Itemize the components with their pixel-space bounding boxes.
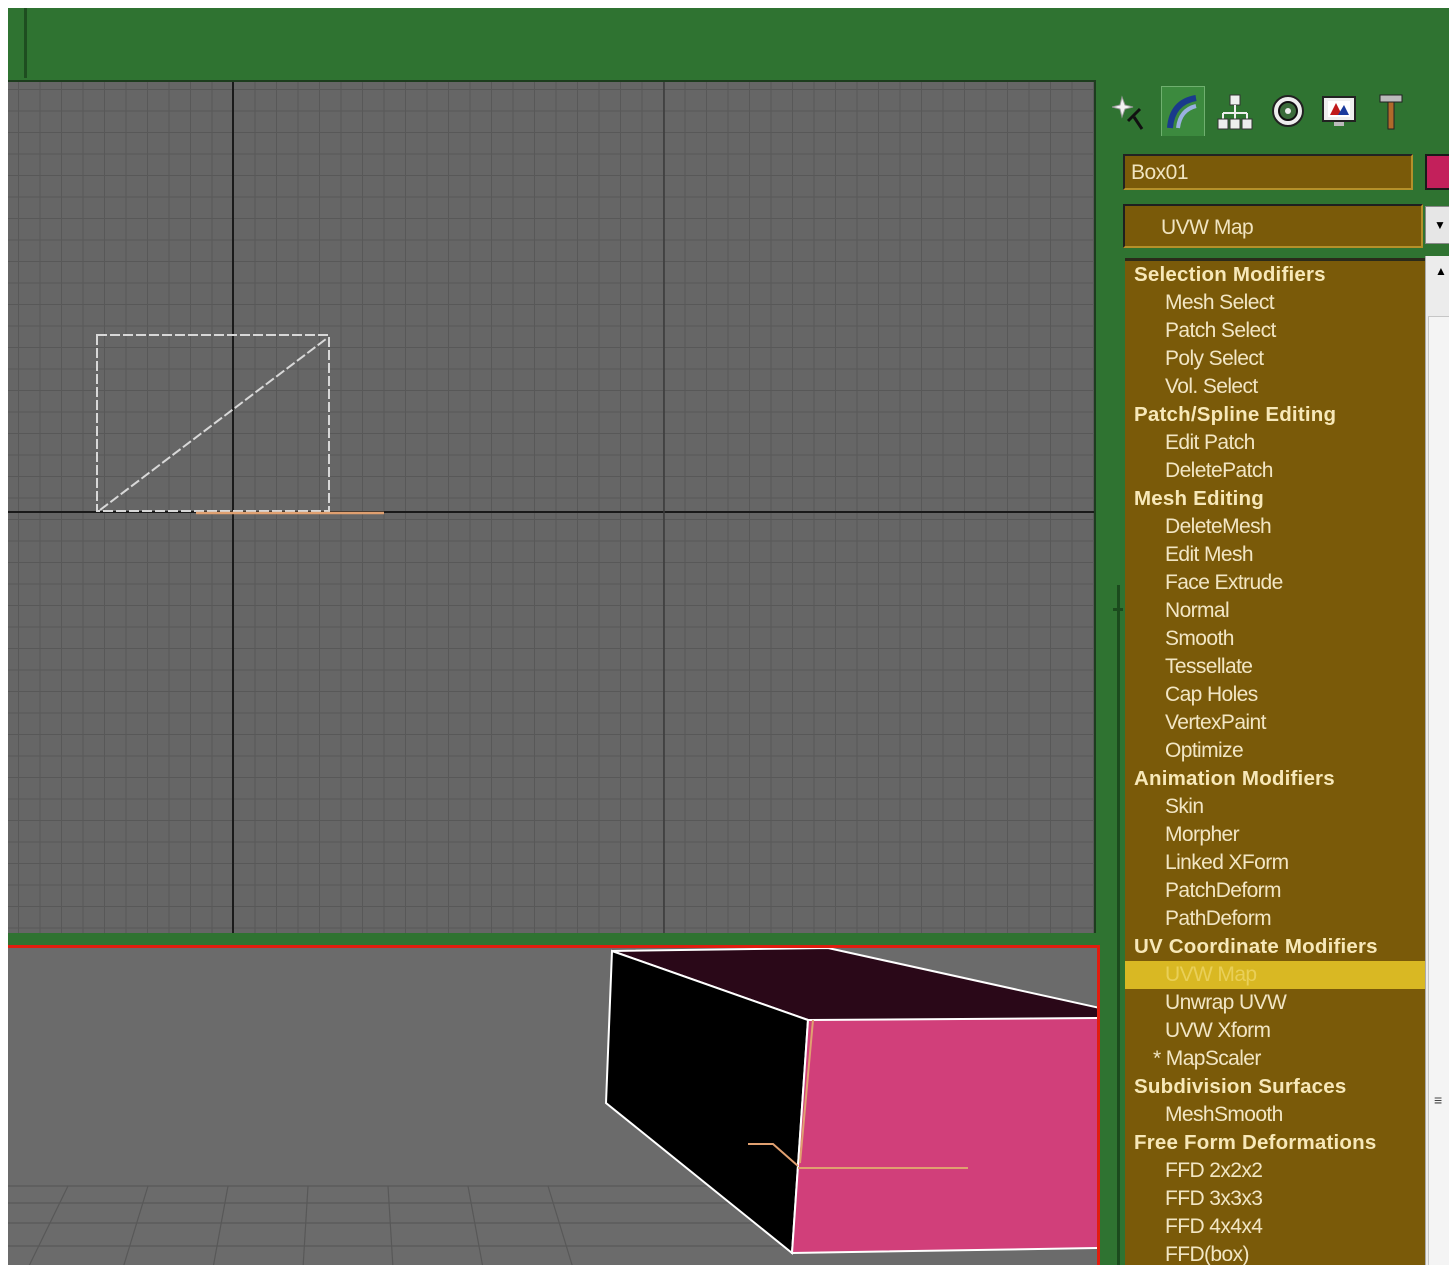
tab-display[interactable] xyxy=(1317,86,1361,136)
grip-icon: ≡ xyxy=(1434,1092,1443,1108)
toolbar-area xyxy=(8,8,1449,78)
modifier-list-item[interactable]: Optimize xyxy=(1125,737,1425,765)
modifier-dropdown-list: Selection Modifiers Mesh Select Patch Sele… xyxy=(1125,258,1425,1265)
command-panel: Box01 UVW Map ▼ Selection Modifiers Mesh … xyxy=(1103,80,1449,1265)
modifier-list-item[interactable]: Normal xyxy=(1125,597,1425,625)
modifier-list-item[interactable]: Poly Select xyxy=(1125,345,1425,373)
viewport-perspective-canvas xyxy=(8,948,1097,1265)
modifier-category-header: UV Coordinate Modifiers xyxy=(1134,935,1378,958)
modifier-category-header: Free Form Deformations xyxy=(1134,1131,1377,1154)
modifier-list-item[interactable]: FFD 4x4x4 xyxy=(1125,1213,1425,1241)
tab-create[interactable] xyxy=(1109,86,1153,136)
modifier-category-header: Patch/Spline Editing xyxy=(1134,403,1337,426)
modifier-list-item[interactable]: Mesh Select xyxy=(1125,289,1425,317)
modifier-dropdown-value: UVW Map xyxy=(1161,216,1254,239)
rollout-border xyxy=(1117,585,1120,1265)
modifier-list-item[interactable]: Smooth xyxy=(1125,625,1425,653)
modify-icon xyxy=(1167,94,1197,128)
modifier-list-item[interactable]: UVW Xform xyxy=(1125,1017,1425,1045)
modifier-list-item[interactable]: FFD 3x3x3 xyxy=(1125,1185,1425,1213)
modifier-list-item[interactable]: Patch Select xyxy=(1125,317,1425,345)
modifier-list-item[interactable]: Skin xyxy=(1125,793,1425,821)
box-mesh-perspective xyxy=(604,948,1097,1255)
modifier-list-dropdown[interactable]: UVW Map xyxy=(1123,204,1423,248)
tab-modify[interactable] xyxy=(1161,86,1205,136)
viewport-top[interactable] xyxy=(8,80,1096,933)
create-icon xyxy=(1112,95,1144,130)
chevron-down-icon[interactable]: ▼ xyxy=(1425,206,1449,244)
modifier-list-item[interactable]: FFD(box) xyxy=(1125,1241,1425,1265)
viewport-perspective[interactable] xyxy=(8,945,1100,1265)
modifier-list-item[interactable]: PathDeform xyxy=(1125,905,1425,933)
modifier-category-header: Selection Modifiers xyxy=(1134,263,1326,286)
modifier-list-item[interactable]: DeletePatch xyxy=(1125,457,1425,485)
modifier-list-item[interactable]: DeleteMesh xyxy=(1125,513,1425,541)
modifier-category-header: Subdivision Surfaces xyxy=(1134,1075,1347,1098)
modifier-category-header: Mesh Editing xyxy=(1134,487,1264,510)
modifier-list-item[interactable]: Edit Mesh xyxy=(1125,541,1425,569)
modifier-list-scrollbar[interactable]: ▲ ≡ xyxy=(1425,256,1449,1265)
viewport-top-canvas xyxy=(8,82,1094,933)
modifier-list-item[interactable]: UVW Map xyxy=(1125,961,1425,989)
max-window: Box01 UVW Map ▼ Selection Modifiers Mesh … xyxy=(8,8,1449,1265)
scrollbar-thumb[interactable] xyxy=(1428,316,1449,1265)
modifier-list-item[interactable]: Cap Holes xyxy=(1125,681,1425,709)
modifier-list-item[interactable]: MeshSmooth xyxy=(1125,1101,1425,1129)
modifier-list-item[interactable]: VertexPaint xyxy=(1125,709,1425,737)
object-name-value: Box01 xyxy=(1131,161,1189,184)
modifier-list-item[interactable]: Face Extrude xyxy=(1125,569,1425,597)
tab-utilities[interactable] xyxy=(1369,86,1413,136)
toolbar-divider xyxy=(24,8,27,78)
modifier-list-item[interactable]: Linked XForm xyxy=(1125,849,1425,877)
object-color-swatch[interactable] xyxy=(1425,154,1449,190)
modifier-list-item[interactable]: * MapScaler xyxy=(1125,1045,1425,1073)
modifier-list-item[interactable]: PatchDeform xyxy=(1125,877,1425,905)
hierarchy-icon xyxy=(1217,94,1253,130)
tab-hierarchy[interactable] xyxy=(1213,86,1257,136)
display-icon xyxy=(1322,96,1356,126)
tab-motion[interactable] xyxy=(1265,86,1309,136)
modifier-list-item[interactable]: Tessellate xyxy=(1125,653,1425,681)
motion-icon xyxy=(1272,95,1304,127)
modifier-list-item[interactable]: FFD 2x2x2 xyxy=(1125,1157,1425,1185)
modifier-list-item[interactable]: Vol. Select xyxy=(1125,373,1425,401)
box-wireframe-top xyxy=(96,334,330,512)
modifier-list-item[interactable]: Edit Patch xyxy=(1125,429,1425,457)
object-name-field[interactable]: Box01 xyxy=(1123,154,1413,190)
modifier-category-header: Animation Modifiers xyxy=(1134,767,1335,790)
rollout-border-tick xyxy=(1113,608,1123,611)
scroll-up-icon[interactable]: ▲ xyxy=(1426,256,1449,286)
modifier-list-item[interactable]: Morpher xyxy=(1125,821,1425,849)
modifier-list-item[interactable]: Unwrap UVW xyxy=(1125,989,1425,1017)
utilities-icon xyxy=(1379,94,1403,130)
